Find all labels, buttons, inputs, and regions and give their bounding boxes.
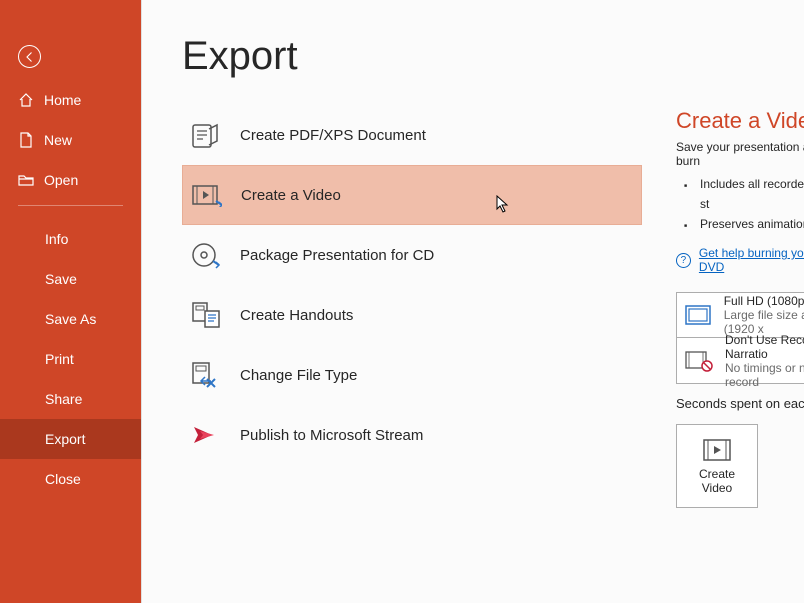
page-title: Export — [182, 34, 298, 79]
create-video-icon — [702, 437, 732, 463]
nav-info[interactable]: Info — [0, 219, 141, 259]
detail-description: Save your presentation as a video that y… — [676, 140, 804, 168]
dropdown-title: Full HD (1080p) — [724, 294, 804, 308]
export-package-cd[interactable]: Package Presentation for CD — [182, 225, 642, 285]
detail-panel: Create a Video Save your presentation as… — [676, 108, 804, 508]
nav-home[interactable]: Home — [0, 80, 141, 120]
nav-label: Print — [45, 351, 74, 367]
export-label: Change File Type — [240, 367, 357, 384]
handouts-icon — [190, 299, 222, 331]
detail-bullet: Includes all recorded timings, narration… — [700, 174, 804, 214]
nav-save[interactable]: Save — [0, 259, 141, 299]
seconds-label: Seconds spent on each slide: — [676, 396, 804, 411]
change-filetype-icon — [190, 359, 222, 391]
back-button[interactable] — [18, 45, 41, 68]
detail-bullet: Preserves animations, transitions, and m… — [700, 214, 804, 234]
stream-icon — [190, 419, 222, 451]
open-icon — [18, 172, 34, 188]
dropdown-title: Don't Use Recorded Timings and Narratio — [725, 333, 804, 361]
nav-close[interactable]: Close — [0, 459, 141, 499]
timings-dropdown[interactable]: Don't Use Recorded Timings and Narratio … — [676, 338, 804, 384]
nav-export[interactable]: Export — [0, 419, 141, 459]
timings-icon — [685, 347, 713, 375]
separator — [18, 205, 123, 206]
nav-open[interactable]: Open — [0, 160, 141, 200]
export-pdf-xps[interactable]: Create PDF/XPS Document — [182, 105, 642, 165]
home-icon — [18, 92, 34, 108]
help-link[interactable]: Get help burning your slide show video t… — [699, 246, 804, 274]
nav-label: New — [44, 132, 72, 148]
nav-label: Export — [45, 431, 85, 447]
export-label: Create Handouts — [240, 307, 353, 324]
resolution-dropdown[interactable]: Full HD (1080p) Large file size and full… — [676, 292, 804, 338]
nav-label: Save As — [45, 311, 96, 327]
export-publish-stream[interactable]: Publish to Microsoft Stream — [182, 405, 642, 465]
export-label: Package Presentation for CD — [240, 247, 434, 264]
cd-icon — [190, 239, 222, 271]
resolution-icon — [685, 301, 712, 329]
export-label: Create a Video — [241, 187, 341, 204]
export-create-handouts[interactable]: Create Handouts — [182, 285, 642, 345]
export-label: Publish to Microsoft Stream — [240, 427, 423, 444]
create-video-button[interactable]: Create Video — [676, 424, 758, 508]
nav-label: Home — [44, 92, 81, 108]
export-create-video[interactable]: Create a Video — [182, 165, 642, 225]
export-label: Create PDF/XPS Document — [240, 127, 426, 144]
nav-label: Info — [45, 231, 68, 247]
main-panel: Export Create PDF/XPS Document Create a … — [141, 0, 804, 603]
pdf-icon — [190, 119, 222, 151]
help-link-row: ? Get help burning your slide show video… — [676, 246, 804, 274]
nav-label: Close — [45, 471, 81, 487]
nav-print[interactable]: Print — [0, 339, 141, 379]
nav-save-as[interactable]: Save As — [0, 299, 141, 339]
dropdown-subtitle: No timings or narrations have been recor… — [725, 361, 804, 389]
export-option-list: Create PDF/XPS Document Create a Video P… — [182, 105, 642, 465]
mouse-cursor-icon — [496, 195, 510, 213]
nav-new[interactable]: New — [0, 120, 141, 160]
nav-share[interactable]: Share — [0, 379, 141, 419]
nav-label: Save — [45, 271, 77, 287]
video-icon — [191, 179, 223, 211]
back-arrow-icon — [24, 51, 36, 63]
export-change-file-type[interactable]: Change File Type — [182, 345, 642, 405]
button-label: Create — [699, 467, 735, 481]
button-label: Video — [702, 481, 732, 495]
help-icon: ? — [676, 253, 691, 268]
detail-heading: Create a Video — [676, 108, 804, 134]
nav-label: Share — [45, 391, 82, 407]
nav-label: Open — [44, 172, 78, 188]
new-icon — [18, 132, 34, 148]
backstage-sidebar: Home New Open Info Save Save As Print Sh… — [0, 0, 141, 603]
